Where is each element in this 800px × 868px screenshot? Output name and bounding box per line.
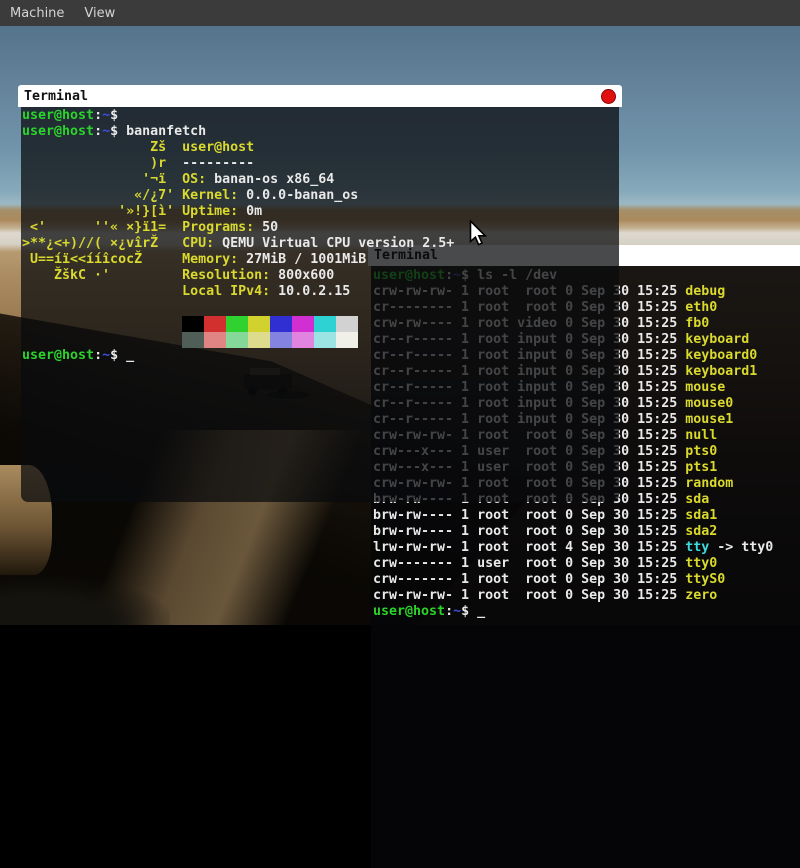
- shell-prompt-line: user@host:~$: [22, 108, 619, 124]
- ls-row: crw------- 1 root root 0 Sep 30 15:25 tt…: [373, 572, 800, 588]
- fetch-line: «/¿7' Kernel: 0.0.0-banan_os: [22, 188, 619, 204]
- terminal-window-bananfetch[interactable]: Terminal user@host:~$user@host:~$ bananf…: [18, 85, 622, 505]
- palette-swatch: [336, 332, 358, 348]
- palette-swatch: [226, 316, 248, 332]
- fetch-line: >**¿<+)//( ×¿vîrŽ CPU: QEMU Virtual CPU …: [22, 236, 619, 252]
- mouse-cursor-icon: [469, 220, 487, 251]
- shell-prompt-line: user@host:~$ _: [22, 348, 619, 364]
- palette-row: [22, 332, 619, 348]
- fetch-line: '¬ï OS: banan-os x86_64: [22, 172, 619, 188]
- shell-prompt-line: user@host:~$ _: [373, 604, 800, 620]
- fetch-line: ŽškC ·' Resolution: 800x600: [22, 268, 619, 284]
- palette-swatch: [270, 316, 292, 332]
- menu-item-view[interactable]: View: [84, 6, 115, 21]
- palette-swatch: [248, 316, 270, 332]
- palette-swatch: [226, 332, 248, 348]
- shell-prompt-line: user@host:~$ bananfetch: [22, 124, 619, 140]
- ls-row: brw-rw---- 1 root root 0 Sep 30 15:25 sd…: [373, 508, 800, 524]
- palette-swatch: [204, 316, 226, 332]
- palette-swatch: [292, 332, 314, 348]
- palette-swatch: [270, 332, 292, 348]
- palette-swatch: [314, 332, 336, 348]
- palette-swatch: [248, 332, 270, 348]
- palette-swatch: [182, 316, 204, 332]
- fetch-line: [22, 300, 619, 316]
- ls-row: crw-rw-rw- 1 root root 0 Sep 30 15:25 ze…: [373, 588, 800, 604]
- ls-row: brw-rw---- 1 root root 0 Sep 30 15:25 sd…: [373, 524, 800, 540]
- palette-swatch: [182, 332, 204, 348]
- terminal1-title: Terminal: [24, 89, 88, 104]
- fetch-line: Local IPv4: 10.0.2.15: [22, 284, 619, 300]
- wallpaper-dark-rocks: [0, 575, 170, 625]
- fetch-line: <' ''« ×}ï1= Programs: 50: [22, 220, 619, 236]
- palette-swatch: [204, 332, 226, 348]
- fetch-line: U==íï<<ííîcocŽ Memory: 27MiB / 1001MiB: [22, 252, 619, 268]
- palette-swatch: [314, 316, 336, 332]
- terminal1-content[interactable]: user@host:~$user@host:~$ bananfetch Zš u…: [21, 107, 619, 502]
- palette-swatch: [292, 316, 314, 332]
- palette-swatch: [336, 316, 358, 332]
- fetch-line: Zš user@host: [22, 140, 619, 156]
- close-button-icon[interactable]: [601, 89, 616, 104]
- palette-row: [22, 316, 619, 332]
- fetch-line: )r ---------: [22, 156, 619, 172]
- ls-row: lrw-rw-rw- 1 root root 4 Sep 30 15:25 tt…: [373, 540, 800, 556]
- ls-row: crw------- 1 user root 0 Sep 30 15:25 tt…: [373, 556, 800, 572]
- terminal1-titlebar[interactable]: Terminal: [18, 85, 622, 107]
- fetch-line: '»!}[ì' Uptime: 0m: [22, 204, 619, 220]
- vm-menu-bar: Machine View: [0, 0, 800, 26]
- menu-item-machine[interactable]: Machine: [10, 6, 64, 21]
